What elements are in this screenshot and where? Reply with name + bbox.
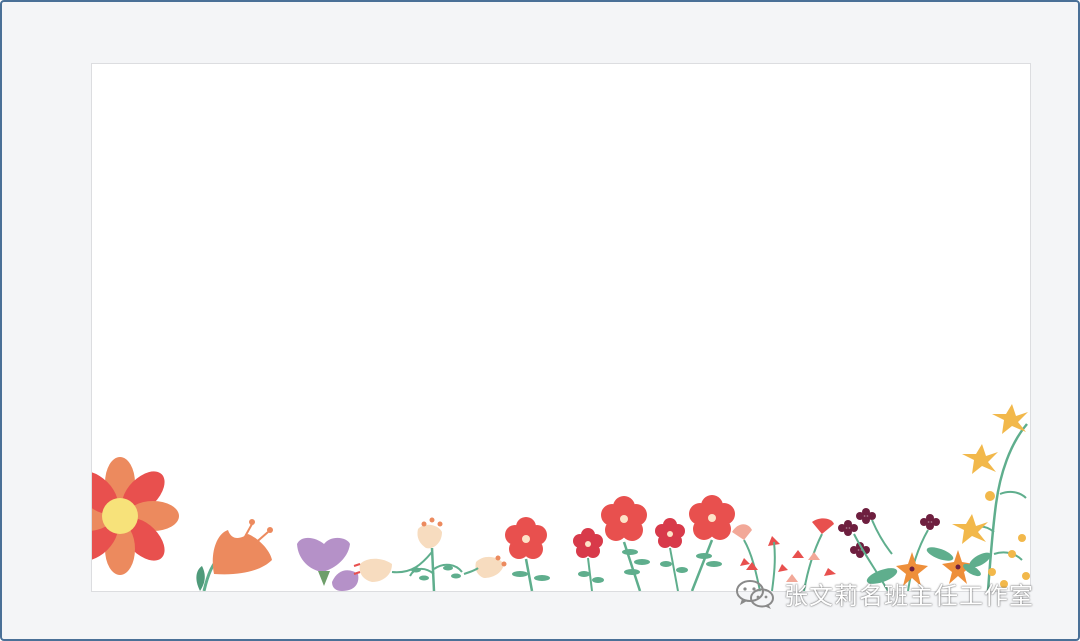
floral-border (92, 404, 1030, 591)
orange-tulip-icon (196, 519, 273, 591)
outer-frame (0, 0, 1080, 641)
purple-bellflower-icon (297, 537, 359, 591)
big-daisy-icon (92, 457, 179, 575)
slide-canvas (91, 63, 1031, 592)
wechat-icon (736, 579, 774, 609)
cream-bud-icon (353, 517, 507, 591)
watermark: 张文莉名班主任工作室 (734, 576, 1034, 611)
red-blossom-icon (505, 495, 735, 591)
watermark-text: 张文莉名班主任工作室 (784, 582, 1034, 610)
